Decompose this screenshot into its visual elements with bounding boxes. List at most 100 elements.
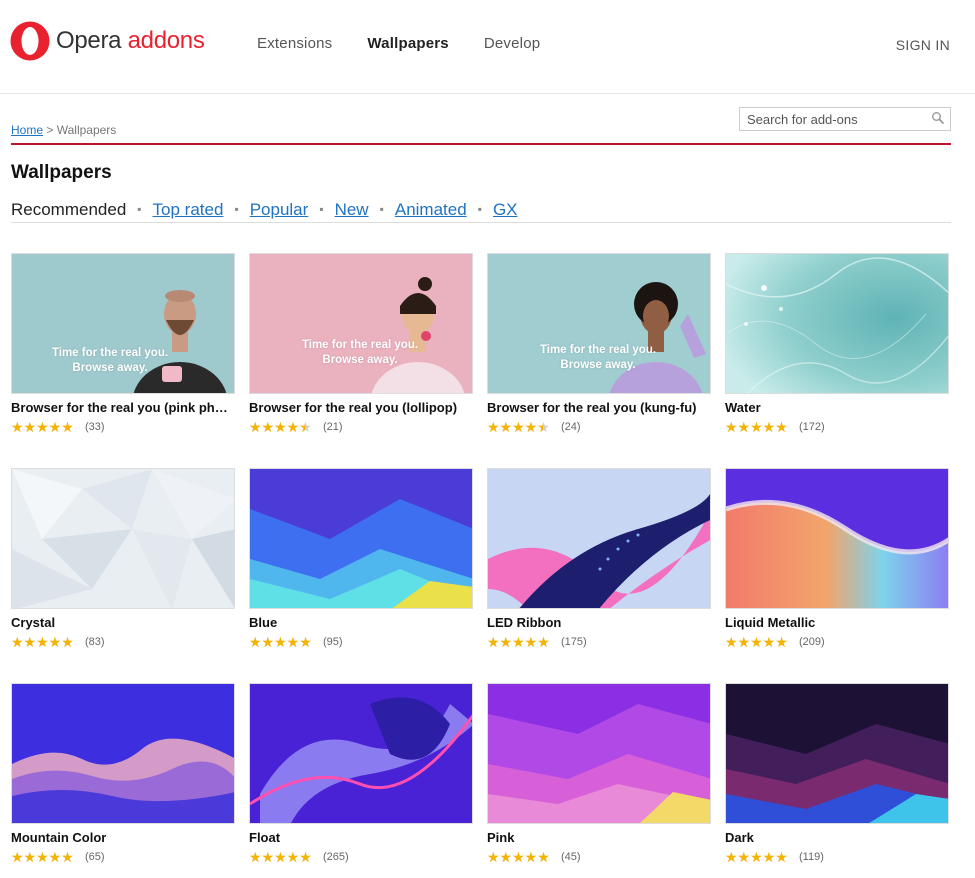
- wallpaper-title[interactable]: Blue: [249, 615, 473, 631]
- star-rating-filled: ★★★★★: [725, 850, 788, 864]
- wallpaper-thumbnail[interactable]: Time for the real you. Browse away.: [249, 253, 473, 394]
- breadcrumb-separator: >: [46, 123, 54, 137]
- caption-line: Time for the real you.: [539, 344, 657, 356]
- wallpaper-card[interactable]: Blue ★★★★★ ★★★★★ (95): [249, 468, 473, 649]
- star-rating-filled: ★★★★★: [487, 850, 550, 864]
- star-rating-icon: ★★★★★★★★★★: [249, 635, 319, 649]
- wallpaper-thumbnail[interactable]: [487, 468, 711, 609]
- thumbnail-caption: Time for the real you. Browse away.: [488, 343, 710, 373]
- wallpaper-card[interactable]: Dark ★★★★★ ★★★★★ (119): [725, 683, 949, 864]
- wallpaper-thumbnail[interactable]: Time for the real you. Browse away.: [11, 253, 235, 394]
- tab-new[interactable]: New: [335, 200, 369, 220]
- wallpaper-thumbnail[interactable]: [725, 683, 949, 824]
- wallpaper-card[interactable]: Crystal ★★★★★ ★★★★★ (83): [11, 468, 235, 649]
- star-rating-icon: ★★★★★★★★★★: [249, 420, 319, 434]
- rating-count: (65): [85, 851, 105, 863]
- rating: ★★★★★★★★★★ (24): [487, 420, 711, 434]
- breadcrumb: Home > Wallpapers: [11, 123, 116, 137]
- caption-line: Time for the real you.: [301, 339, 419, 351]
- wallpaper-thumbnail[interactable]: [249, 468, 473, 609]
- sign-in-link[interactable]: SIGN IN: [896, 37, 950, 53]
- rating: ★★★★★ ★★★★★ (265): [249, 850, 473, 864]
- wallpaper-card[interactable]: Time for the real you. Browse away. Browse…: [487, 253, 711, 434]
- rating: ★★★★★ ★★★★★ (95): [249, 635, 473, 649]
- rating: ★★★★★ ★★★★★ (119): [725, 850, 949, 864]
- star-rating-icon: ★★★★★★★★★★: [11, 635, 81, 649]
- wallpaper-title[interactable]: Mountain Color: [11, 830, 235, 846]
- rating: ★★★★★ ★★★★★ (65): [11, 850, 235, 864]
- rating: ★★★★★★★★★★ (21): [249, 420, 473, 434]
- wallpaper-title[interactable]: Float: [249, 830, 473, 846]
- star-rating-filled: ★★★★★: [487, 420, 543, 434]
- star-rating-icon: ★★★★★★★★★★: [725, 850, 795, 864]
- wallpaper-title[interactable]: Liquid Metallic: [725, 615, 949, 631]
- rating-count: (45): [561, 851, 581, 863]
- rating-count: (24): [561, 421, 581, 433]
- wallpaper-title[interactable]: Dark: [725, 830, 949, 846]
- tab-animated[interactable]: Animated: [395, 200, 467, 220]
- category-tabs: Recommended ▪ Top rated ▪ Popular ▪ New …: [11, 200, 518, 220]
- star-rating-filled: ★★★★★: [725, 635, 788, 649]
- tab-recommended[interactable]: Recommended: [11, 200, 126, 220]
- wallpaper-card[interactable]: Water ★★★★★ ★★★★★ (172): [725, 253, 949, 434]
- wallpaper-card[interactable]: Mountain Color ★★★★★ ★★★★★ (65): [11, 683, 235, 864]
- search-box: [739, 107, 951, 131]
- section-divider: [11, 143, 951, 145]
- wallpaper-title[interactable]: LED Ribbon: [487, 615, 711, 631]
- tab-top-rated[interactable]: Top rated: [153, 200, 224, 220]
- rating-count: (83): [85, 636, 105, 648]
- star-rating-icon: ★★★★★★★★★★: [249, 850, 319, 864]
- tab-gx[interactable]: GX: [493, 200, 518, 220]
- caption-line: Browse away.: [560, 359, 636, 371]
- star-rating-filled: ★★★★★: [11, 635, 74, 649]
- page-title: Wallpapers: [11, 162, 112, 183]
- wallpaper-title[interactable]: Water: [725, 400, 949, 416]
- star-rating-icon: ★★★★★★★★★★: [725, 420, 795, 434]
- wallpaper-card[interactable]: Liquid Metallic ★★★★★ ★★★★★ (209): [725, 468, 949, 649]
- caption-line: Browse away.: [72, 362, 148, 374]
- opera-addons-logo[interactable]: Opera addons: [10, 21, 205, 61]
- wallpaper-card[interactable]: Pink ★★★★★ ★★★★★ (45): [487, 683, 711, 864]
- wallpaper-card[interactable]: Time for the real you. Browse away. Browse…: [249, 253, 473, 434]
- wallpaper-thumbnail[interactable]: [249, 683, 473, 824]
- tab-popular[interactable]: Popular: [250, 200, 309, 220]
- rating: ★★★★★ ★★★★★ (33): [11, 420, 235, 434]
- main-nav: Extensions Wallpapers Develop: [257, 35, 575, 52]
- star-rating-icon: ★★★★★★★★★★: [487, 420, 557, 434]
- wallpaper-title[interactable]: Browser for the real you (kung-fu): [487, 400, 711, 416]
- wallpaper-thumbnail[interactable]: [725, 468, 949, 609]
- nav-develop[interactable]: Develop: [484, 35, 540, 52]
- logo-text: Opera addons: [56, 27, 205, 54]
- nav-extensions[interactable]: Extensions: [257, 35, 332, 52]
- search-input[interactable]: [740, 108, 920, 130]
- wallpaper-title[interactable]: Browser for the real you (pink ph…: [11, 400, 235, 416]
- wallpaper-title[interactable]: Browser for the real you (lollipop): [249, 400, 473, 416]
- wallpaper-title[interactable]: Crystal: [11, 615, 235, 631]
- star-rating-filled: ★★★★★: [11, 420, 74, 434]
- wallpaper-thumbnail[interactable]: [487, 683, 711, 824]
- star-rating-icon: ★★★★★★★★★★: [11, 420, 81, 434]
- wallpaper-thumbnail[interactable]: [725, 253, 949, 394]
- wallpaper-title[interactable]: Pink: [487, 830, 711, 846]
- wallpaper-thumbnail[interactable]: Time for the real you. Browse away.: [487, 253, 711, 394]
- thumbnail-caption: Time for the real you. Browse away.: [250, 338, 472, 368]
- opera-o-icon: [10, 21, 50, 61]
- rating-count: (265): [323, 851, 349, 863]
- tab-separator: ▪: [137, 202, 142, 216]
- rating: ★★★★★ ★★★★★ (175): [487, 635, 711, 649]
- magnifier-icon[interactable]: [931, 111, 945, 130]
- wallpaper-thumbnail[interactable]: [11, 468, 235, 609]
- wallpaper-card[interactable]: Time for the real you. Browse away. Browse…: [11, 253, 235, 434]
- star-rating-filled: ★★★★★: [249, 850, 312, 864]
- wallpaper-card[interactable]: LED Ribbon ★★★★★ ★★★★★ (175): [487, 468, 711, 649]
- star-rating-filled: ★★★★★: [249, 635, 312, 649]
- tab-separator: ▪: [477, 202, 482, 216]
- rating: ★★★★★ ★★★★★ (83): [11, 635, 235, 649]
- nav-wallpapers[interactable]: Wallpapers: [367, 35, 448, 52]
- star-rating-icon: ★★★★★★★★★★: [11, 850, 81, 864]
- wallpaper-thumbnail[interactable]: [11, 683, 235, 824]
- caption-line: Time for the real you.: [51, 347, 169, 359]
- wallpaper-card[interactable]: Float ★★★★★ ★★★★★ (265): [249, 683, 473, 864]
- rating-count: (209): [799, 636, 825, 648]
- breadcrumb-home-link[interactable]: Home: [11, 123, 43, 137]
